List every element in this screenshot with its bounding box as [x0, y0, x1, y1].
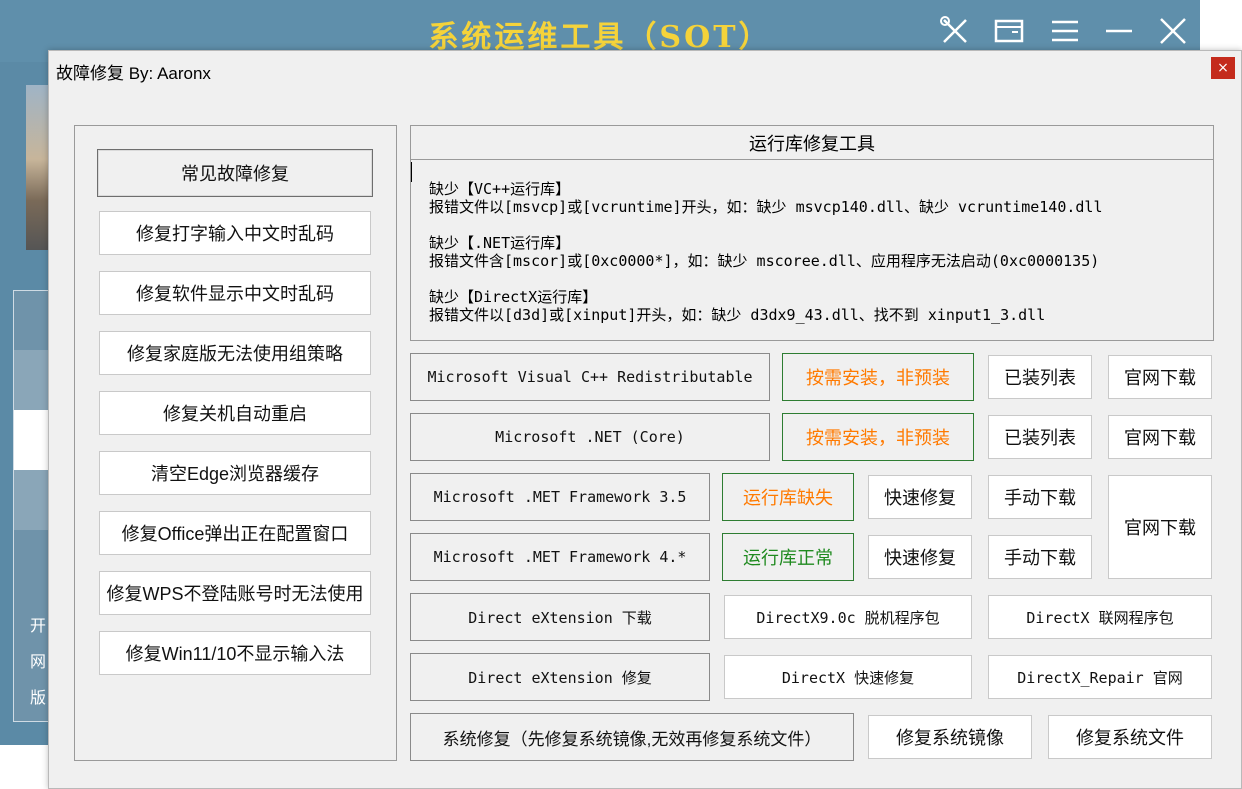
net35-label-button[interactable]: Microsoft .MET Framework 3.5 — [410, 473, 710, 521]
fix-wps-login-button[interactable]: 修复WPS不登陆账号时无法使用 — [99, 571, 371, 615]
repair-system-files-button[interactable]: 修复系统文件 — [1048, 715, 1212, 759]
background-row — [14, 470, 50, 530]
runtime-panel-header: 运行库修复工具 — [411, 126, 1213, 160]
background-side-text: 版 — [30, 688, 47, 707]
vcpp-label-button[interactable]: Microsoft Visual C++ Redistributable — [410, 353, 770, 401]
fix-group-policy-button[interactable]: 修复家庭版无法使用组策略 — [99, 331, 371, 375]
vcpp-status: 按需安装，非预装 — [782, 353, 974, 401]
fix-auto-restart-button[interactable]: 修复关机自动重启 — [99, 391, 371, 435]
common-faults-button[interactable]: 常见故障修复 — [97, 149, 373, 197]
directx-offline-package-button[interactable]: DirectX9.0c 脱机程序包 — [724, 595, 972, 639]
vcpp-official-download-button[interactable]: 官网下载 — [1108, 355, 1212, 399]
background-side-text: 网 — [30, 652, 47, 671]
netcore-status: 按需安装，非预装 — [782, 413, 974, 461]
background-row — [14, 410, 50, 470]
close-icon[interactable] — [1154, 14, 1192, 50]
directx-repair-label-button[interactable]: Direct eXtension 修复 — [410, 653, 710, 701]
net35-status: 运行库缺失 — [722, 473, 854, 521]
fix-display-garbled-button[interactable]: 修复软件显示中文时乱码 — [99, 271, 371, 315]
fix-win-ime-button[interactable]: 修复Win11/10不显示输入法 — [99, 631, 371, 675]
background-row — [14, 350, 50, 410]
info-line: 报错文件以[d3d]或[xinput]开头，如：缺少 d3dx9_43.dll、… — [429, 306, 1046, 324]
info-line: 报错文件以[msvcp]或[vcruntime]开头，如：缺少 msvcp140… — [429, 198, 1103, 216]
background-photo — [26, 85, 50, 250]
runtime-info-panel: 运行库修复工具 缺少【VC++运行库】 报错文件以[msvcp]或[vcrunt… — [410, 125, 1214, 341]
text-caret — [411, 162, 412, 182]
netcore-installed-list-button[interactable]: 已装列表 — [988, 415, 1092, 459]
directx-repair-site-button[interactable]: DirectX_Repair 官网 — [988, 655, 1212, 699]
net4-status: 运行库正常 — [722, 533, 854, 581]
net4-label-button[interactable]: Microsoft .MET Framework 4.* — [410, 533, 710, 581]
fault-repair-dialog: 故障修复 By: Aaronx × 常见故障修复 修复打字输入中文时乱码 修复软… — [48, 50, 1242, 789]
directx-quick-repair-button[interactable]: DirectX 快速修复 — [724, 655, 972, 699]
net35-manual-download-button[interactable]: 手动下载 — [988, 475, 1092, 519]
runtime-info-text: 缺少【VC++运行库】 报错文件以[msvcp]或[vcruntime]开头，如… — [411, 160, 1213, 340]
minimize-icon[interactable] — [1100, 14, 1138, 50]
net4-manual-download-button[interactable]: 手动下载 — [988, 535, 1092, 579]
framework-official-download-button[interactable]: 官网下载 — [1108, 475, 1212, 579]
netcore-official-download-button[interactable]: 官网下载 — [1108, 415, 1212, 459]
clear-edge-cache-button[interactable]: 清空Edge浏览器缓存 — [99, 451, 371, 495]
fix-office-config-button[interactable]: 修复Office弹出正在配置窗口 — [99, 511, 371, 555]
window-icon[interactable] — [990, 14, 1028, 50]
dialog-title: 故障修复 By: Aaronx — [56, 64, 211, 83]
menu-icon[interactable] — [1046, 14, 1084, 50]
tools-icon[interactable] — [936, 14, 974, 50]
net35-quick-fix-button[interactable]: 快速修复 — [868, 475, 972, 519]
net4-quick-fix-button[interactable]: 快速修复 — [868, 535, 972, 579]
dialog-close-button[interactable]: × — [1211, 57, 1235, 79]
fix-typing-garbled-button[interactable]: 修复打字输入中文时乱码 — [99, 211, 371, 255]
netcore-label-button[interactable]: Microsoft .NET (Core) — [410, 413, 770, 461]
info-line: 报错文件含[mscor]或[0xc0000*]，如：缺少 mscoree.dll… — [429, 252, 1100, 270]
background-side-text: 开 — [30, 616, 47, 635]
repair-system-image-button[interactable]: 修复系统镜像 — [868, 715, 1032, 759]
system-repair-label-button[interactable]: 系统修复（先修复系统镜像,无效再修复系统文件） — [410, 713, 854, 761]
directx-online-package-button[interactable]: DirectX 联网程序包 — [988, 595, 1212, 639]
directx-download-label-button[interactable]: Direct eXtension 下载 — [410, 593, 710, 641]
vcpp-installed-list-button[interactable]: 已装列表 — [988, 355, 1092, 399]
